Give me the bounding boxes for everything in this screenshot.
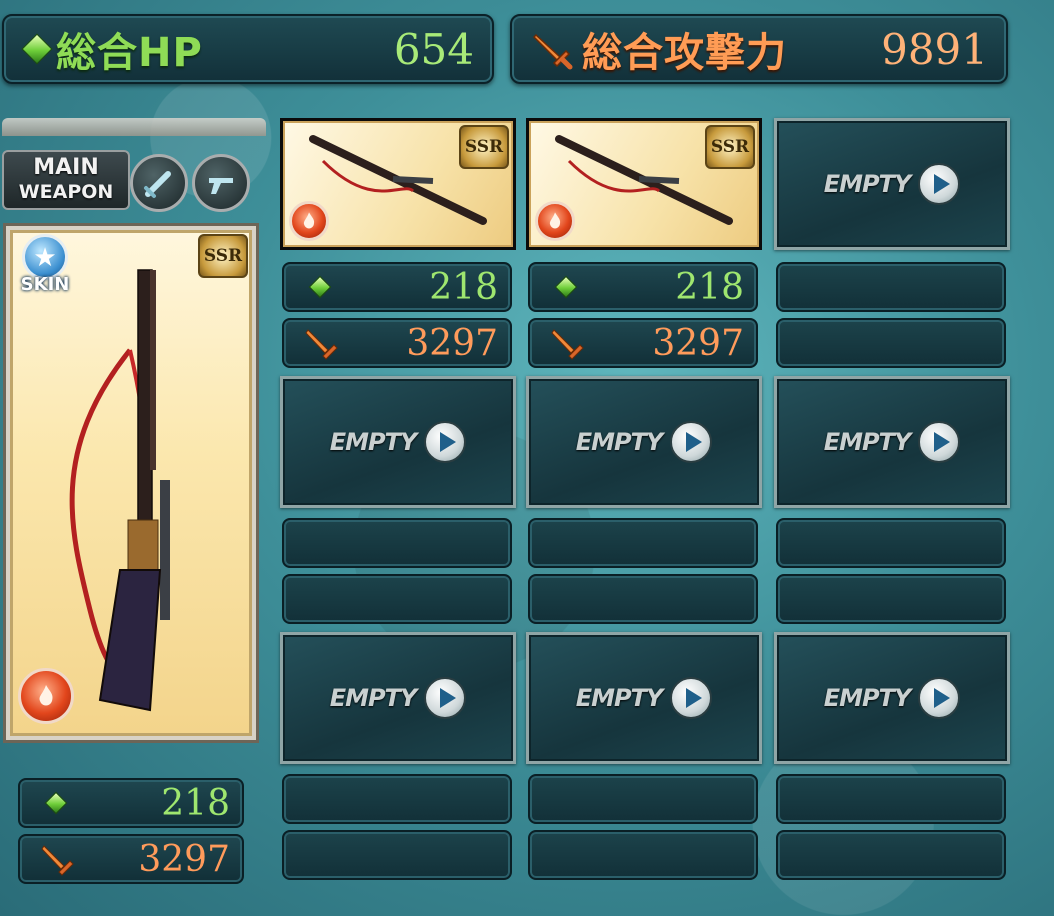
fire-element-icon bbox=[289, 201, 329, 241]
slot-3-atk-box bbox=[776, 318, 1006, 368]
skin-badge[interactable]: ★ SKIN bbox=[14, 234, 76, 304]
slot-9-hp-box bbox=[776, 774, 1006, 824]
weapon-slot-1[interactable]: SSR bbox=[280, 118, 516, 250]
attack-sword-icon bbox=[41, 845, 74, 876]
total-attack-label: 総合攻撃力 bbox=[582, 30, 787, 76]
play-icon bbox=[670, 677, 713, 719]
empty-label: EMPTY bbox=[823, 170, 912, 198]
hp-gem-icon bbox=[554, 275, 578, 299]
hp-gem-icon bbox=[21, 33, 53, 65]
play-icon bbox=[918, 421, 961, 463]
rarity-badge: SSR bbox=[459, 125, 509, 169]
slot-4-hp-box bbox=[282, 518, 512, 568]
play-icon bbox=[424, 421, 467, 463]
slot-1-hp-value: 218 bbox=[429, 266, 498, 308]
hp-gem-icon bbox=[44, 791, 68, 815]
empty-label: EMPTY bbox=[575, 684, 664, 712]
slot-2-hp-value: 218 bbox=[675, 266, 744, 308]
slot-2-hp-box: 218 bbox=[528, 262, 758, 312]
attack-sword-icon bbox=[305, 329, 338, 360]
main-weapon-rifle-art bbox=[69, 269, 170, 712]
fire-element-icon bbox=[535, 201, 575, 241]
empty-label: EMPTY bbox=[329, 428, 418, 456]
slot-8-atk-box bbox=[528, 830, 758, 880]
weapon-slot-5[interactable]: EMPTY bbox=[526, 376, 762, 508]
slot-4-atk-box bbox=[282, 574, 512, 624]
rarity-badge: SSR bbox=[705, 125, 755, 169]
weapon-slot-9[interactable]: EMPTY bbox=[774, 632, 1010, 764]
weapon-slot-4[interactable]: EMPTY bbox=[280, 376, 516, 508]
main-weapon-label-line1: MAIN bbox=[33, 155, 99, 180]
gun-icon bbox=[209, 178, 233, 194]
slot-3-hp-box bbox=[776, 262, 1006, 312]
empty-label: EMPTY bbox=[823, 684, 912, 712]
weapon-slot-3[interactable]: EMPTY bbox=[774, 118, 1010, 250]
play-icon bbox=[670, 421, 713, 463]
weapon-slot-8[interactable]: EMPTY bbox=[526, 632, 762, 764]
weapon-slot-2[interactable]: SSR bbox=[526, 118, 762, 250]
slot-9-atk-box bbox=[776, 830, 1006, 880]
slot-2-atk-value: 3297 bbox=[652, 322, 744, 364]
total-hp-value: 654 bbox=[393, 24, 474, 74]
weapon-slot-6[interactable]: EMPTY bbox=[774, 376, 1010, 508]
total-attack-value: 9891 bbox=[881, 24, 988, 74]
empty-label: EMPTY bbox=[575, 428, 664, 456]
main-weapon-header: MAIN WEAPON bbox=[0, 124, 270, 220]
play-icon bbox=[424, 677, 467, 719]
empty-label: EMPTY bbox=[823, 428, 912, 456]
weapon-gun-button[interactable] bbox=[192, 154, 250, 212]
sword-icon bbox=[144, 171, 171, 198]
fire-element-icon bbox=[18, 668, 74, 724]
empty-label: EMPTY bbox=[329, 684, 418, 712]
weapon-slot-7[interactable]: EMPTY bbox=[280, 632, 516, 764]
attack-sword-icon bbox=[532, 33, 573, 70]
slot-7-atk-box bbox=[282, 830, 512, 880]
slot-1-atk-value: 3297 bbox=[406, 322, 498, 364]
weapon-sort-button[interactable] bbox=[130, 154, 188, 212]
play-icon bbox=[918, 163, 961, 205]
total-hp-bar: 総合HP 654 bbox=[2, 14, 494, 84]
slot-5-hp-box bbox=[528, 518, 758, 568]
main-weapon-hp-box: 218 bbox=[18, 778, 244, 828]
play-icon bbox=[918, 677, 961, 719]
main-weapon-card[interactable]: ★ SKIN SSR bbox=[6, 226, 256, 740]
slot-2-atk-box: 3297 bbox=[528, 318, 758, 368]
skin-label: SKIN bbox=[20, 274, 70, 295]
slot-1-atk-box: 3297 bbox=[282, 318, 512, 368]
attack-sword-icon bbox=[551, 329, 584, 360]
main-weapon-hp-value: 218 bbox=[161, 782, 230, 824]
total-attack-bar: 総合攻撃力 9891 bbox=[510, 14, 1008, 84]
main-weapon-atk-box: 3297 bbox=[18, 834, 244, 884]
main-weapon-label-line2: WEAPON bbox=[18, 181, 114, 203]
slot-8-hp-box bbox=[528, 774, 758, 824]
main-weapon-label: MAIN WEAPON bbox=[2, 150, 130, 210]
rarity-badge: SSR bbox=[198, 234, 248, 278]
slot-6-hp-box bbox=[776, 518, 1006, 568]
slot-7-hp-box bbox=[282, 774, 512, 824]
hp-gem-icon bbox=[308, 275, 332, 299]
slot-5-atk-box bbox=[528, 574, 758, 624]
main-weapon-atk-value: 3297 bbox=[138, 838, 230, 880]
slot-1-hp-box: 218 bbox=[282, 262, 512, 312]
total-hp-label: 総合HP bbox=[56, 30, 203, 76]
slot-6-atk-box bbox=[776, 574, 1006, 624]
